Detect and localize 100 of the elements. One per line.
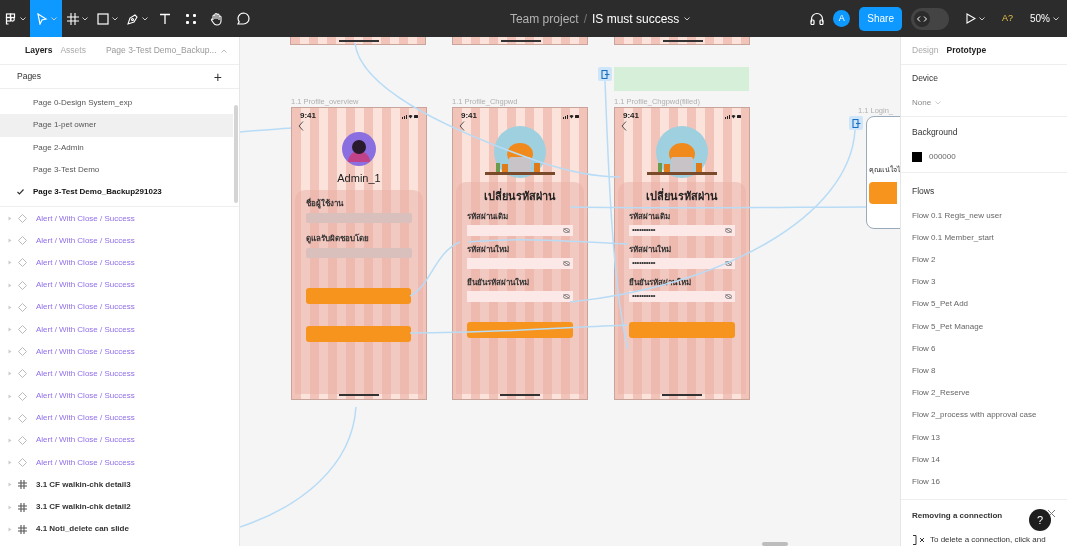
zoom-menu[interactable]: 50% (1030, 11, 1059, 26)
layer-item[interactable]: Alert / With Close / Success (0, 229, 239, 252)
expand-icon[interactable] (8, 504, 12, 510)
layer-item[interactable]: 3.1 CF walkin-chk detail3 (0, 473, 239, 496)
home-indicator (339, 394, 379, 396)
flow-item[interactable]: Flow 13 (912, 426, 1056, 449)
tip-title: Removing a connection (912, 510, 1003, 522)
page-item[interactable]: Page 1-pet owner (0, 114, 233, 137)
password-field[interactable] (467, 257, 573, 269)
device-dropdown[interactable]: None (912, 96, 1056, 109)
hash-icon (18, 502, 27, 512)
avatar-drawing (342, 132, 376, 166)
panel-tab[interactable]: Prototype (946, 44, 987, 57)
flow-item[interactable]: Flow 2_process with approval case (912, 404, 1056, 427)
eye-off-icon[interactable] (725, 293, 732, 299)
file-name[interactable]: IS must success (592, 9, 680, 28)
primary-button[interactable] (306, 287, 411, 304)
expand-icon[interactable] (8, 304, 12, 310)
password-field[interactable]: •••••••••• (629, 257, 735, 269)
back-icon[interactable] (298, 121, 304, 131)
home-indicator (662, 394, 702, 396)
color-swatch[interactable] (912, 151, 922, 162)
page-item[interactable]: Page 2-Admin (0, 136, 233, 159)
expand-icon[interactable] (8, 282, 12, 288)
expand-icon[interactable] (8, 393, 12, 399)
page-item[interactable]: Page 3-Test Demo_Backup291023 (0, 181, 233, 204)
status-icons-icon (402, 113, 418, 119)
expand-icon[interactable] (8, 437, 12, 443)
hand-icon (210, 11, 224, 26)
layer-item[interactable]: Alert / With Close / Success (0, 407, 239, 430)
input-field[interactable] (306, 247, 412, 258)
expand-icon[interactable] (8, 327, 12, 332)
eye-off-icon[interactable] (725, 260, 732, 266)
flow-start-button[interactable] (849, 116, 863, 130)
present-button[interactable] (965, 13, 985, 24)
password-field[interactable]: •••••••••• (629, 290, 735, 302)
layer-item[interactable]: Alert / With Close / Success (0, 251, 239, 275)
expand-icon[interactable] (8, 482, 12, 488)
expand-icon[interactable] (8, 238, 12, 244)
layer-item[interactable]: 3.1 CF walkin-chk detail2 (0, 495, 239, 519)
flow-item[interactable]: Flow 2_Reserve (912, 382, 1056, 405)
scrollbar[interactable] (762, 542, 788, 546)
page-item[interactable]: Page 3-Test Demo (0, 158, 233, 182)
status-time: 9:41 (461, 110, 477, 122)
eye-off-icon[interactable] (563, 260, 570, 266)
submit-button[interactable] (467, 321, 573, 338)
layer-item[interactable]: Alert / With Close / Success (0, 274, 239, 297)
layer-item[interactable]: Alert / With Close / Success (0, 429, 239, 452)
eye-off-icon[interactable] (563, 293, 570, 299)
flow-item[interactable]: Flow 14 (912, 448, 1056, 471)
flow-item[interactable]: Flow 16 (912, 470, 1056, 493)
password-field[interactable] (467, 290, 573, 302)
color-value[interactable]: 000000 (929, 150, 956, 163)
layer-item[interactable]: Alert / With Close / Success (0, 296, 239, 319)
eye-off-icon[interactable] (563, 227, 570, 233)
project-name[interactable]: Team project (509, 9, 579, 28)
expand-icon[interactable] (8, 460, 12, 466)
back-icon[interactable] (459, 121, 465, 131)
panel-tab[interactable]: Layers (25, 44, 53, 57)
caret-icon (141, 16, 148, 21)
expand-icon[interactable] (8, 526, 12, 532)
input-field[interactable] (306, 212, 412, 223)
submit-button[interactable] (629, 321, 735, 338)
secondary-button[interactable] (306, 325, 411, 342)
back-icon[interactable] (621, 121, 627, 131)
field-label: รหัสผ่านใหม่ (629, 243, 672, 256)
layer-item[interactable]: Alert / With Close / Success (0, 318, 239, 341)
page-item[interactable]: Page 0-Design System_exp (0, 92, 233, 115)
layer-item[interactable]: Alert / With Close / Success (0, 207, 239, 230)
layer-item[interactable]: 4.1 Noti_delete can slide (0, 518, 239, 541)
layer-item[interactable]: Alert / With Close / Success (0, 362, 239, 385)
hash-icon (66, 12, 79, 25)
dev-mode-toggle[interactable] (910, 7, 949, 30)
flow-item[interactable]: Flow 0.1 Regis_new user (912, 204, 1056, 227)
expand-icon[interactable] (8, 371, 12, 377)
flow-item[interactable]: Flow 6 (912, 337, 1056, 360)
flow-item[interactable]: Flow 3 (912, 271, 1056, 294)
headphones-icon[interactable] (810, 12, 825, 25)
flow-item[interactable]: Flow 5_Pet Manage (912, 315, 1056, 338)
password-field[interactable] (467, 224, 573, 236)
layer-item[interactable]: Alert / With Close / Success (0, 340, 239, 363)
flow-item[interactable]: Flow 2 (912, 248, 1056, 272)
expand-icon[interactable] (8, 260, 12, 266)
help-button[interactable]: ? (1029, 509, 1051, 531)
flow-item[interactable]: Flow 0.1 Member_start (912, 226, 1056, 249)
expand-icon[interactable] (8, 415, 12, 421)
add-page-button[interactable]: + (213, 69, 222, 84)
eye-off-icon[interactable] (725, 227, 732, 233)
section-title: Background (912, 125, 959, 139)
caret-icon[interactable] (684, 16, 691, 21)
expand-icon[interactable] (8, 349, 12, 355)
flow-item[interactable]: Flow 8 (912, 359, 1056, 383)
flow-item[interactable]: Flow 5_Pet Add (912, 293, 1056, 316)
component-icon (18, 325, 27, 334)
close-icon[interactable] (1047, 509, 1056, 518)
password-field[interactable]: •••••••••• (629, 224, 735, 236)
layer-item[interactable]: Alert / With Close / Success (0, 385, 239, 408)
expand-icon[interactable] (8, 216, 12, 222)
flow-start-button[interactable] (598, 67, 612, 81)
layer-item[interactable]: Alert / With Close / Success (0, 451, 239, 474)
